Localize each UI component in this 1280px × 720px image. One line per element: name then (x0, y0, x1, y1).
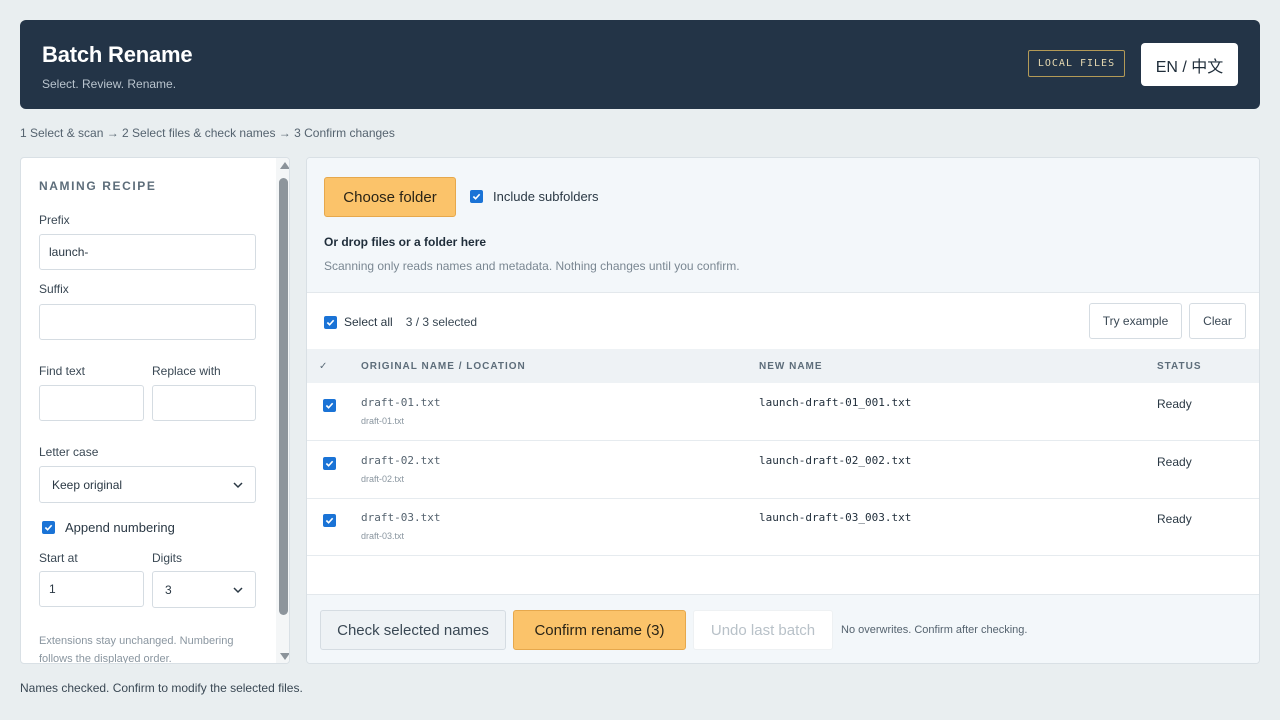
drop-zone-description: Scanning only reads names and metadata. … (324, 259, 740, 273)
recipe-note: Extensions stay unchanged. Numbering fol… (39, 635, 234, 664)
original-column-header: ORIGINAL NAME / LOCATION (361, 361, 526, 372)
scroll-up-arrow-icon[interactable] (280, 162, 289, 169)
step-indicator: 1 Select & scan → 2 Select files & check… (20, 126, 395, 140)
language-toggle-button[interactable]: EN / 中文 (1141, 43, 1238, 86)
replace-with-input[interactable] (152, 385, 256, 421)
letter-case-select[interactable]: Keep original (39, 466, 256, 503)
table-header: ✓ ORIGINAL NAME / LOCATION NEW NAME STAT… (307, 349, 1259, 383)
row-status: Ready (1157, 512, 1192, 526)
check-column-header: ✓ (319, 361, 329, 372)
suffix-input[interactable] (39, 304, 256, 340)
row-status: Ready (1157, 455, 1192, 469)
select-all-label: Select all (344, 315, 393, 329)
chevron-down-icon (233, 586, 243, 593)
append-numbering-checkbox[interactable]: Append numbering (42, 520, 175, 535)
original-location: draft-01.txt (361, 416, 405, 426)
table-row[interactable]: draft-01.txt draft-01.txt launch-draft-0… (307, 383, 1259, 441)
row-checkbox-checked-icon[interactable] (323, 399, 336, 412)
new-name-column-header: NEW NAME (759, 361, 823, 372)
app-subtitle: Select. Review. Rename. (42, 77, 177, 91)
clear-button[interactable]: Clear (1189, 303, 1246, 339)
chevron-down-icon (233, 481, 243, 488)
letter-case-label: Letter case (39, 445, 99, 459)
find-text-label: Find text (39, 364, 86, 378)
letter-case-value: Keep original (52, 477, 123, 492)
row-checkbox-checked-icon[interactable] (323, 457, 336, 470)
start-at-label: Start at (39, 551, 78, 565)
original-location: draft-03.txt (361, 531, 405, 541)
original-name: draft-02.txt (361, 454, 441, 467)
row-status: Ready (1157, 397, 1192, 411)
selection-count: 3 / 3 selected (405, 315, 478, 329)
checkbox-checked-icon (470, 190, 483, 203)
select-all-checkbox[interactable]: Select all 3 / 3 selected (324, 315, 477, 329)
try-example-button[interactable]: Try example (1089, 303, 1182, 339)
digits-select[interactable]: 3 (152, 571, 256, 608)
include-subfolders-label: Include subfolders (493, 189, 599, 204)
digits-value: 3 (165, 582, 172, 597)
suffix-label: Suffix (39, 282, 69, 296)
sidebar-scrollbar[interactable] (276, 158, 289, 663)
drop-zone[interactable]: Choose folder Include subfolders Or drop… (307, 158, 1259, 293)
confirm-rename-button[interactable]: Confirm rename (3) (513, 610, 686, 650)
status-message: Names checked. Confirm to modify the sel… (20, 681, 303, 695)
undo-last-batch-button[interactable]: Undo last batch (693, 610, 833, 650)
status-column-header: STATUS (1157, 361, 1202, 372)
table-row[interactable]: draft-03.txt draft-03.txt launch-draft-0… (307, 498, 1259, 556)
local-files-badge: LOCAL FILES (1028, 50, 1125, 77)
scroll-thumb[interactable] (279, 178, 288, 615)
prefix-label: Prefix (39, 213, 70, 227)
checkbox-checked-icon (324, 315, 337, 329)
prefix-input[interactable]: launch- (39, 234, 256, 270)
start-at-input[interactable]: 1 (39, 571, 144, 607)
app-title: Batch Rename (42, 42, 193, 67)
action-bar: Check selected names Confirm rename (3) … (307, 594, 1259, 663)
replace-with-label: Replace with (152, 364, 221, 378)
include-subfolders-checkbox[interactable]: Include subfolders (470, 189, 599, 204)
row-checkbox-checked-icon[interactable] (323, 514, 336, 527)
naming-recipe-panel: NAMING RECIPE Prefix launch- Suffix Find… (20, 157, 290, 664)
find-text-input[interactable] (39, 385, 144, 421)
new-name: launch-draft-03_003.txt (759, 511, 912, 524)
original-location: draft-02.txt (361, 474, 405, 484)
append-numbering-label: Append numbering (65, 520, 175, 535)
file-workspace: Choose folder Include subfolders Or drop… (306, 157, 1260, 664)
drop-zone-title: Or drop files or a folder here (324, 235, 487, 249)
section-title: NAMING RECIPE (39, 179, 157, 193)
new-name: launch-draft-01_001.txt (759, 396, 912, 409)
choose-folder-button[interactable]: Choose folder (324, 177, 456, 217)
checkbox-checked-icon (42, 521, 55, 534)
new-name: launch-draft-02_002.txt (759, 454, 912, 467)
scroll-down-arrow-icon[interactable] (280, 653, 289, 660)
digits-label: Digits (152, 551, 183, 565)
original-name: draft-01.txt (361, 396, 441, 409)
table-row[interactable]: draft-02.txt draft-02.txt launch-draft-0… (307, 441, 1259, 499)
original-name: draft-03.txt (361, 511, 441, 524)
check-selected-names-button[interactable]: Check selected names (320, 610, 506, 650)
action-note: No overwrites. Confirm after checking. (841, 624, 1028, 636)
app-header: Batch Rename Select. Review. Rename. LOC… (20, 20, 1260, 109)
